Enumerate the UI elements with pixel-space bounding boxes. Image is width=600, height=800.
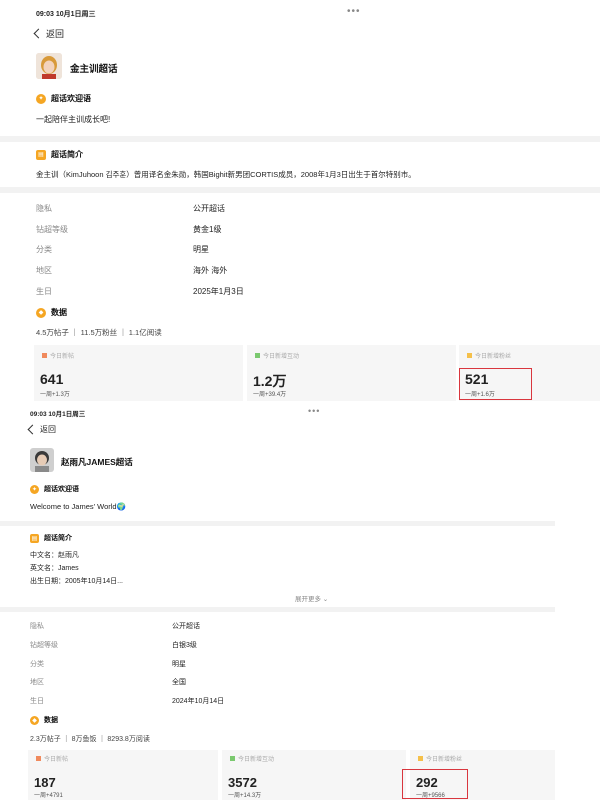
info-value-category: 明星 (172, 661, 186, 668)
back-label: 返回 (40, 425, 56, 434)
info-key-birthday: 生日 (36, 287, 52, 296)
data-section-heading: ◆ 数据 (36, 307, 67, 318)
info-key-privacy: 隐私 (36, 204, 52, 213)
info-key-privacy: 隐私 (30, 623, 44, 630)
welcome-heading-text: 超话欢迎语 (44, 486, 79, 493)
back-label: 返回 (46, 29, 65, 39)
welcome-heading-text: 超话欢迎语 (51, 94, 91, 103)
data-heading-text: 数据 (51, 308, 67, 317)
stats-summary: 2.3万帖子 ｜ 8万鱼饭 ｜ 8293.8万阅读 (30, 736, 150, 743)
intro-line: 英文名：James (30, 565, 79, 572)
interactions-color-icon (255, 353, 260, 358)
super-topic-title: 赵雨凡JAMES超话 (61, 457, 133, 467)
info-value-privacy: 公开超话 (172, 623, 200, 630)
interactions-color-icon (230, 756, 235, 761)
info-key-category: 分类 (30, 661, 44, 668)
highlight-box (402, 769, 468, 799)
stat-card-new-interactions[interactable]: 今日新增互动 3572 一周+14.3万 (222, 750, 406, 800)
stat-card-value: 187 (34, 775, 56, 790)
stat-card-week: 一周+4791 (34, 793, 63, 799)
status-bar-time: 09:03 10月1日周三 (30, 411, 86, 418)
data-section-heading: ◆ 数据 (30, 715, 58, 725)
intro-section-heading: ▤ 超话简介 (36, 149, 83, 160)
stat-card-label: 今日新帖 (44, 757, 69, 763)
stat-card-label: 今日新增互动 (263, 354, 300, 360)
new-posts-color-icon (36, 756, 41, 761)
intro-heading-text: 超话简介 (51, 150, 83, 159)
more-dots-icon[interactable]: ••• (347, 6, 361, 17)
stat-card-value: 641 (40, 371, 64, 387)
info-value-birthday: 2024年10月14日 (172, 698, 225, 705)
info-value-level: 白银3级 (172, 642, 197, 649)
welcome-text: Welcome to James' World🌍 (30, 502, 126, 511)
stat-card-new-posts[interactable]: 今日新帖 187 一周+4791 (28, 750, 218, 800)
info-value-region: 全国 (172, 679, 186, 686)
intro-section-heading: ▤ 超话简介 (30, 533, 72, 543)
stat-card-week: 一周+1.3万 (40, 392, 70, 398)
fans-color-icon (467, 353, 472, 358)
expand-more-link[interactable]: 展开更多 ⌄ (295, 593, 328, 603)
fans-color-icon (418, 756, 423, 761)
stat-card-label: 今日新增粉丝 (426, 757, 463, 763)
avatar[interactable] (30, 448, 54, 472)
data-badge-icon: ◆ (36, 307, 46, 318)
welcome-badge-icon: ✦ (30, 484, 39, 494)
section-divider (0, 136, 600, 142)
back-button[interactable]: 返回 (27, 424, 56, 435)
section-divider (0, 521, 555, 526)
intro-line: 中文名：赵雨凡 (30, 552, 79, 559)
info-value-privacy: 公开超话 (193, 204, 225, 213)
stat-card-value: 1.2万 (253, 373, 287, 389)
intro-heading-text: 超话简介 (44, 535, 72, 542)
intro-text: 金主训（KimJuhoon 김주훈）曾用译名金朱勋，韩国Bighit新男团COR… (36, 170, 416, 179)
welcome-text: 一起陪伴主训成长吧! (36, 115, 111, 124)
info-key-region: 地区 (36, 266, 52, 275)
stat-card-week: 一周+39.4万 (253, 392, 287, 398)
intro-badge-icon: ▤ (36, 149, 46, 160)
stat-card-label: 今日新增互动 (238, 757, 275, 763)
new-posts-color-icon (42, 353, 47, 358)
info-value-category: 明星 (193, 245, 209, 254)
screenshot-panel-1: 09:03 10月1日周三 ••• 返回 金主训超话 ✦ 超话欢迎语 一起陪伴主… (0, 0, 600, 404)
intro-line: 出生日期：2005年10月14日... (30, 578, 123, 585)
highlight-box (459, 368, 532, 400)
welcome-section-heading: ✦ 超话欢迎语 (36, 93, 91, 104)
super-topic-title: 金主训超话 (70, 64, 118, 75)
info-key-category: 分类 (36, 245, 52, 254)
info-value-birthday: 2025年1月3日 (193, 287, 244, 296)
stat-card-label: 今日新增粉丝 (475, 354, 512, 360)
data-badge-icon: ◆ (30, 715, 39, 725)
data-heading-text: 数据 (44, 717, 58, 724)
avatar[interactable] (36, 53, 62, 79)
info-value-level: 黄金1级 (193, 225, 222, 234)
welcome-section-heading: ✦ 超话欢迎语 (30, 484, 79, 494)
stats-summary: 4.5万帖子 ｜ 11.5万粉丝 ｜ 1.1亿阅读 (36, 328, 162, 337)
stat-card-week: 一周+14.3万 (228, 793, 262, 799)
stat-card-value: 3572 (228, 775, 257, 790)
info-key-birthday: 生日 (30, 698, 44, 705)
stat-card-new-posts[interactable]: 今日新帖 641 一周+1.3万 (34, 345, 243, 401)
status-bar-time: 09:03 10月1日周三 (36, 11, 96, 18)
section-divider (0, 187, 600, 193)
welcome-badge-icon: ✦ (36, 93, 46, 104)
stat-card-new-interactions[interactable]: 今日新增互动 1.2万 一周+39.4万 (247, 345, 456, 401)
stat-card-label: 今日新帖 (50, 354, 75, 360)
chevron-left-icon (33, 28, 44, 39)
screenshot-panel-2: 09:03 10月1日周三 ••• 返回 赵雨凡JAMES超话 ✦ 超话欢迎语 … (0, 404, 600, 800)
info-value-region: 海外 海外 (193, 266, 228, 275)
section-divider (0, 607, 555, 612)
chevron-left-icon (27, 424, 38, 435)
info-key-level: 钻超等级 (36, 225, 68, 234)
info-key-level: 钻超等级 (30, 642, 58, 649)
back-button[interactable]: 返回 (33, 27, 65, 40)
info-key-region: 地区 (30, 679, 44, 686)
intro-badge-icon: ▤ (30, 533, 39, 543)
more-dots-icon[interactable]: ••• (308, 406, 320, 416)
